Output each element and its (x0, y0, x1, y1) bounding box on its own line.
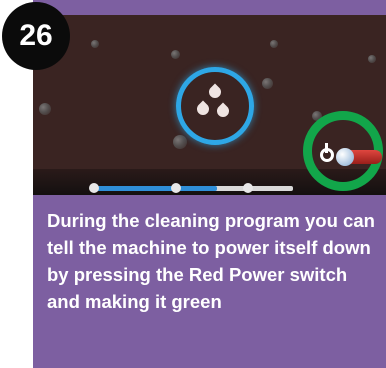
background-bubble (270, 40, 278, 48)
instruction-card: During the cleaning program you can tell… (33, 0, 386, 368)
background-bubble (368, 55, 376, 63)
power-toggle-knob[interactable] (336, 148, 354, 166)
cleaning-progress-bar (89, 183, 293, 193)
background-bubble (173, 135, 187, 149)
progress-start-marker (89, 183, 99, 193)
power-toggle-switch[interactable] (336, 148, 382, 166)
progress-fill (93, 186, 217, 191)
background-bubble (91, 40, 99, 48)
background-bubble (171, 50, 180, 59)
progress-end-marker (243, 183, 253, 193)
power-icon-stroke (325, 143, 328, 153)
instruction-caption: During the cleaning program you can tell… (47, 210, 375, 312)
cleaning-program-indicator (176, 67, 254, 145)
progress-mid-marker (171, 183, 181, 193)
background-bubble (39, 103, 51, 115)
background-bubble (262, 78, 273, 89)
step-number-badge: 26 (2, 2, 70, 70)
